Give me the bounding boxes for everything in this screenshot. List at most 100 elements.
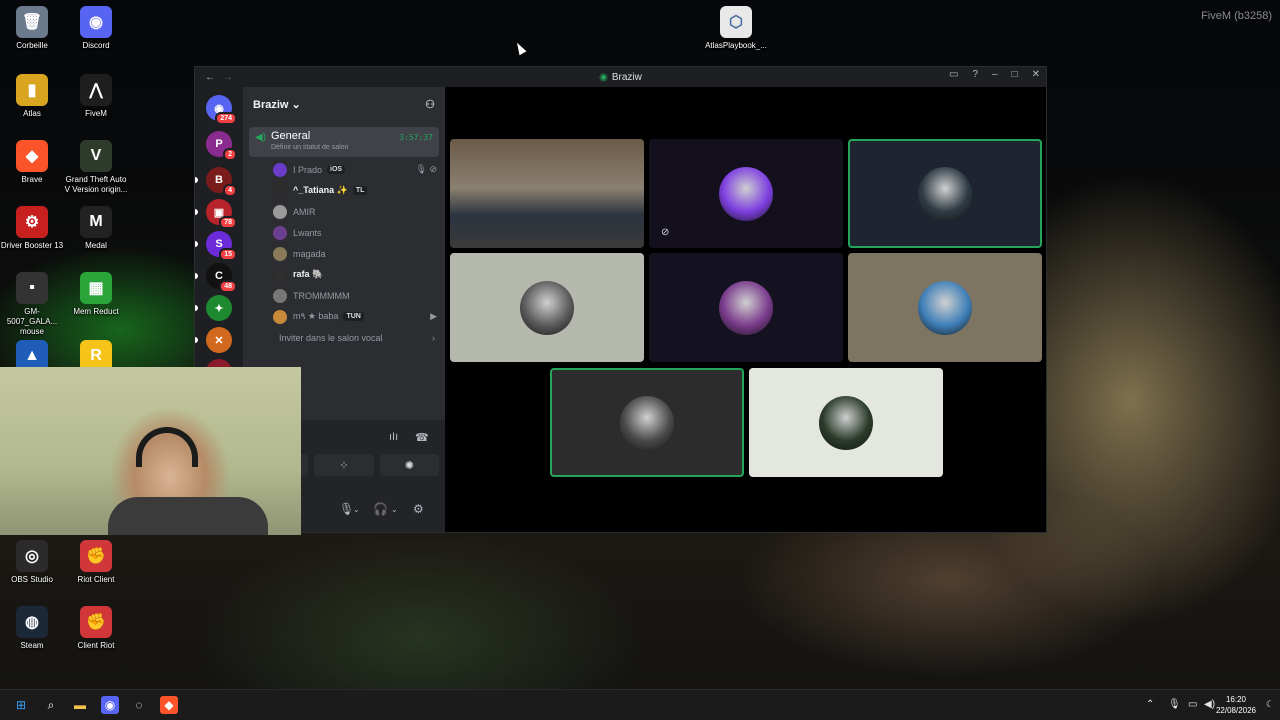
channel-status[interactable]: Définir un statut de salon — [271, 144, 433, 151]
noise-suppression-icon[interactable]: ıIı — [389, 431, 398, 443]
desktop-icon[interactable]: ▦ Mem Reduct — [64, 272, 128, 317]
voice-user-name: AMIR — [293, 206, 316, 217]
mouse-cursor — [513, 40, 527, 56]
headphones-options-chevron-icon[interactable]: ⌄ — [391, 505, 398, 514]
taskbar: ⊞ ⌕ ▬ ◉ ◌ ◆ ⌃ 🎙 ▭ ◀) 16:20 22/08/2026 ☾ — [0, 689, 1280, 720]
server-header[interactable]: Braziw ⌄ ⚇ — [243, 87, 445, 121]
voice-user[interactable]: TROMMMMM — [243, 285, 445, 306]
notification-moon-icon[interactable]: ☾ — [1266, 699, 1274, 710]
disconnect-icon[interactable]: ☎ — [415, 431, 429, 444]
server-icon[interactable]: P2 — [206, 131, 237, 161]
soundboard-button[interactable]: ✺ — [379, 454, 439, 476]
voice-user[interactable]: I Prado iOS 🎙 ⊘ — [243, 159, 445, 180]
participant-tile[interactable] — [450, 253, 644, 362]
help-icon[interactable]: ? — [972, 69, 978, 80]
voice-user[interactable]: AMIR — [243, 201, 445, 222]
search-icon[interactable]: ⌕ — [42, 696, 60, 714]
desktop-icon[interactable]: ◆ Brave — [0, 140, 64, 185]
server-name: Braziw — [253, 98, 289, 111]
desktop-icon[interactable]: ⬡ AtlasPlaybook_... — [704, 6, 768, 51]
direct-messages-button[interactable]: ◉ 274 — [206, 95, 237, 125]
desktop-icon[interactable]: ▮ Atlas — [0, 74, 64, 119]
user-tag-badge: iOS — [327, 165, 346, 174]
inbox-icon[interactable]: ▭ — [949, 69, 958, 80]
participant-tile[interactable]: ⊘ — [649, 139, 843, 248]
voice-user-name: Lwants — [293, 227, 322, 238]
network-icon[interactable]: ▭ — [1188, 699, 1197, 710]
participant-avatar — [918, 280, 972, 335]
server-icon[interactable]: ✦ — [206, 295, 232, 321]
brave-taskbar-icon[interactable]: ◆ — [160, 696, 178, 714]
participant-tile[interactable] — [848, 253, 1042, 362]
voice-user[interactable]: rafa 🐘 — [243, 264, 445, 285]
desktop-icon-label: Brave — [21, 175, 43, 184]
microphone-tray-icon[interactable]: 🎙 — [1168, 699, 1181, 710]
close-button[interactable]: ✕ — [1032, 69, 1040, 80]
mention-badge: 15 — [219, 248, 237, 261]
chevron-down-icon: ⌄ — [291, 98, 301, 111]
desktop-icon-label: Atlas — [23, 109, 41, 118]
app-icon: ✊ — [80, 540, 112, 572]
server-icon[interactable]: ▣ 78 — [206, 199, 237, 229]
voice-user[interactable]: ^_Tatiana ✨ TL — [243, 180, 445, 201]
desktop-icon[interactable]: ⚙ Driver Booster 13 — [0, 206, 64, 251]
desktop-icon[interactable]: ◍ Steam — [0, 606, 64, 651]
participant-avatar — [819, 395, 873, 450]
voice-user[interactable]: magada — [243, 243, 445, 264]
settings-gear-icon[interactable]: ⚙ — [413, 502, 424, 516]
volume-icon[interactable]: ◀) — [1204, 699, 1215, 710]
activities-button[interactable]: ⁘ — [314, 454, 374, 476]
voice-user[interactable]: Lwants — [243, 222, 445, 243]
participant-tile[interactable] — [450, 139, 644, 248]
fivem-taskbar-icon[interactable]: ◌ — [130, 696, 148, 714]
server-glyph: P — [215, 138, 223, 150]
app-icon: ⚙ — [16, 206, 48, 238]
server-icon[interactable]: B4 — [206, 167, 237, 197]
desktop-icon[interactable]: M Medal — [64, 206, 128, 251]
desktop-icon-label: Client Riot — [77, 641, 115, 650]
voice-channel-general[interactable]: ◀) General Définir un statut de salon 3:… — [249, 127, 439, 157]
maximize-button[interactable]: □ — [1012, 69, 1018, 80]
clock[interactable]: 16:20 22/08/2026 — [1216, 694, 1256, 716]
desktop-icon[interactable]: 🗑 Corbeille — [0, 6, 64, 51]
participant-tile[interactable] — [749, 368, 943, 477]
video-grid: ⊘ — [445, 87, 1046, 532]
desktop-icon[interactable]: ▪ GM-5007_GALA... mouse — [0, 272, 64, 337]
start-windows-icon[interactable]: ⊞ — [12, 696, 30, 714]
avatar — [273, 246, 287, 261]
desktop-icon[interactable]: ◉ Discord — [64, 6, 128, 51]
desktop-icon[interactable]: ✊ Riot Client — [64, 540, 128, 585]
desktop-icon[interactable]: V Grand Theft Auto V Version origin... — [64, 140, 128, 195]
server-icon[interactable]: C 48 — [206, 263, 237, 293]
minimize-button[interactable]: – — [992, 69, 998, 80]
microphone-icon[interactable]: 🎙 — [339, 502, 354, 516]
server-icon[interactable]: ✕ — [206, 327, 232, 353]
desktop-icon[interactable]: ✊ Client Riot — [64, 606, 128, 651]
participant-tile[interactable] — [649, 253, 843, 362]
discord-window: ← → ◉ Braziw ▭ ? – □ ✕ ◉ 274 P 2 B 4 ▣ 78 S 15 C 48 ✦… — [194, 66, 1047, 533]
participant-avatar — [620, 395, 674, 450]
forward-arrow-icon[interactable]: → — [223, 72, 233, 83]
tray-chevron-up-icon[interactable]: ⌃ — [1146, 699, 1154, 710]
desktop-icon-label: AtlasPlaybook_... — [705, 41, 767, 50]
deafened-icon: ⊘ — [661, 227, 670, 238]
mic-options-chevron-icon[interactable]: ⌄ — [353, 505, 360, 514]
desktop-icon[interactable]: ⋀ FiveM — [64, 74, 128, 119]
mention-badge: 78 — [219, 216, 237, 229]
add-member-icon[interactable]: ⚇ — [425, 98, 435, 111]
server-icon[interactable]: S 15 — [206, 231, 237, 261]
webcam-overlay — [0, 367, 301, 535]
headphones-icon[interactable]: 🎧 — [373, 502, 388, 516]
participant-tile[interactable] — [848, 139, 1042, 248]
desktop-icon-label: Steam — [20, 641, 44, 650]
desktop-icon[interactable]: ◎ OBS Studio — [0, 540, 64, 585]
back-arrow-icon[interactable]: ← — [205, 72, 215, 83]
file-explorer-icon[interactable]: ▬ — [71, 696, 89, 714]
fivem-window-title: FiveM (b3258) — [1201, 10, 1272, 22]
voice-user-list: I Prado iOS 🎙 ⊘ ^_Tatiana ✨ TL AMIR Lwants maga… — [243, 159, 445, 327]
unread-pill — [195, 273, 198, 279]
invite-to-voice[interactable]: Inviter dans le salon vocal › — [243, 327, 445, 348]
discord-taskbar-icon[interactable]: ◉ — [101, 696, 119, 714]
participant-tile[interactable] — [550, 368, 744, 477]
voice-user[interactable]: m٩ ★ baba TUN ▶ — [243, 306, 445, 327]
